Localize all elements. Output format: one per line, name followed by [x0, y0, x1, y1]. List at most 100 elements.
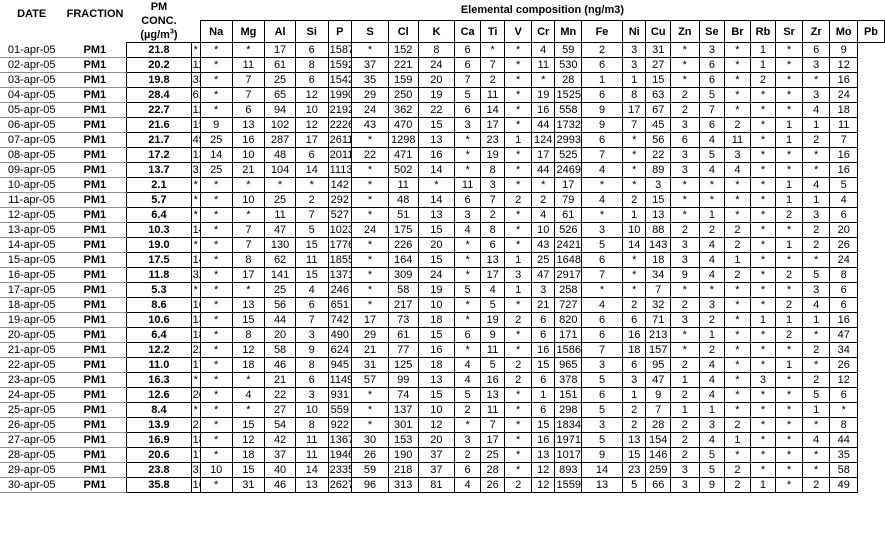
element-value-cu: 2	[621, 417, 647, 433]
element-value-ti: 4	[454, 222, 481, 238]
element-value-zr: *	[775, 387, 803, 403]
element-value-ni: 6	[581, 387, 623, 403]
element-value-ni: 9	[581, 102, 623, 118]
element-value-pb: 6	[829, 207, 859, 223]
element-value-zn: 157	[645, 342, 671, 358]
pm-concentration-cell: 16.3	[126, 372, 192, 388]
date-cell: 22-apr-05	[0, 357, 64, 373]
element-value-cl: *	[351, 417, 389, 433]
element-value-mn: 124	[530, 132, 556, 148]
table-row: 09-apr-05PM113.73192521104141113*50214*8…	[0, 162, 885, 178]
element-value-br: 1	[698, 402, 726, 418]
element-value-mo: 2	[801, 132, 831, 148]
element-value-cu: 18	[621, 342, 647, 358]
element-value-v: 11	[479, 402, 506, 418]
element-value-na: 61	[190, 87, 201, 103]
element-value-na: *	[190, 237, 201, 253]
header-pm-unit: (µg/m3)	[128, 28, 190, 42]
element-value-mn: 19	[530, 87, 556, 103]
element-value-fe: 558	[554, 102, 583, 118]
element-value-ti: 2	[454, 447, 481, 463]
element-value-al: 13	[231, 297, 266, 313]
element-value-mo: 5	[801, 267, 831, 283]
element-value-se: 3	[669, 462, 700, 478]
element-value-k: 164	[387, 252, 419, 268]
date-cell: 08-apr-05	[0, 147, 64, 163]
element-value-cu: *	[621, 267, 647, 283]
element-value-cu: *	[621, 177, 647, 193]
element-value-sr: 2	[749, 72, 777, 88]
element-value-cu: 5	[621, 477, 647, 493]
date-cell: 18-apr-05	[0, 297, 64, 313]
fraction-cell: PM1	[63, 462, 127, 478]
element-value-cr: 2	[504, 192, 532, 208]
element-header-cu: Cu	[645, 20, 671, 43]
element-value-ti: *	[454, 267, 481, 283]
element-value-zr: 2	[775, 267, 803, 283]
element-value-si: 17	[264, 42, 296, 58]
element-value-pb: 16	[829, 147, 859, 163]
element-value-zr: *	[775, 372, 803, 388]
element-value-s: 2192	[327, 102, 353, 118]
element-value-s: 2011	[327, 147, 353, 163]
element-value-cr: *	[504, 87, 532, 103]
element-value-pb: 16	[829, 72, 859, 88]
element-value-br: 4	[698, 252, 726, 268]
element-value-pb: 20	[829, 222, 859, 238]
element-value-v: 23	[479, 132, 506, 148]
element-value-k: 362	[387, 102, 419, 118]
element-value-ti: 3	[454, 207, 481, 223]
element-value-al: 10	[231, 147, 266, 163]
element-value-sr: *	[749, 327, 777, 343]
element-value-zn: 213	[645, 327, 671, 343]
element-value-zn: 7	[645, 402, 671, 418]
date-cell: 16-apr-05	[0, 267, 64, 283]
element-header-br: Br	[724, 20, 751, 43]
element-value-mg: *	[199, 327, 233, 343]
element-value-mn: 4	[530, 207, 556, 223]
element-value-ti: 11	[454, 177, 481, 193]
element-value-ca: 19	[417, 87, 456, 103]
element-value-fe: 1586	[554, 342, 583, 358]
element-value-br: 5	[698, 147, 726, 163]
element-value-zr: 1	[775, 237, 803, 253]
element-value-sr: *	[749, 357, 777, 373]
element-value-br: 4	[698, 132, 726, 148]
element-value-p: 8	[294, 357, 329, 373]
element-value-mo: 3	[801, 57, 831, 73]
element-value-mo: 2	[801, 222, 831, 238]
element-value-zn: 88	[645, 222, 671, 238]
element-value-ti: *	[454, 252, 481, 268]
element-value-al: 13	[231, 117, 266, 133]
element-value-rb: 2	[724, 237, 751, 253]
element-value-v: 25	[479, 447, 506, 463]
element-value-fe: 965	[554, 357, 583, 373]
element-value-cr: *	[504, 42, 532, 58]
element-value-ni: 5	[581, 237, 623, 253]
element-value-mg: *	[199, 207, 233, 223]
element-value-zn: 13	[645, 207, 671, 223]
element-value-al: 15	[231, 417, 266, 433]
element-value-se: 2	[669, 102, 700, 118]
element-value-k: 250	[387, 87, 419, 103]
element-value-v: 7	[479, 57, 506, 73]
element-value-ca: 20	[417, 72, 456, 88]
element-value-na: 218	[190, 417, 201, 433]
element-value-ni: 2	[581, 42, 623, 58]
element-value-na: 126	[190, 102, 201, 118]
element-header-k: K	[417, 20, 456, 43]
element-header-cr: Cr	[530, 20, 556, 43]
element-value-mo: 4	[801, 102, 831, 118]
element-value-si: 94	[264, 102, 296, 118]
element-value-sr: *	[749, 222, 777, 238]
element-value-zn: 9	[645, 387, 671, 403]
element-value-rb: 2	[724, 462, 751, 478]
element-value-cl: 24	[351, 102, 389, 118]
element-value-mn: 25	[530, 252, 556, 268]
element-value-se: 3	[669, 117, 700, 133]
pm-concentration-cell: 21.8	[126, 42, 192, 58]
element-value-cr: *	[504, 177, 532, 193]
element-value-cl: *	[351, 177, 389, 193]
element-value-mo: 4	[801, 297, 831, 313]
element-value-mn: 13	[530, 447, 556, 463]
